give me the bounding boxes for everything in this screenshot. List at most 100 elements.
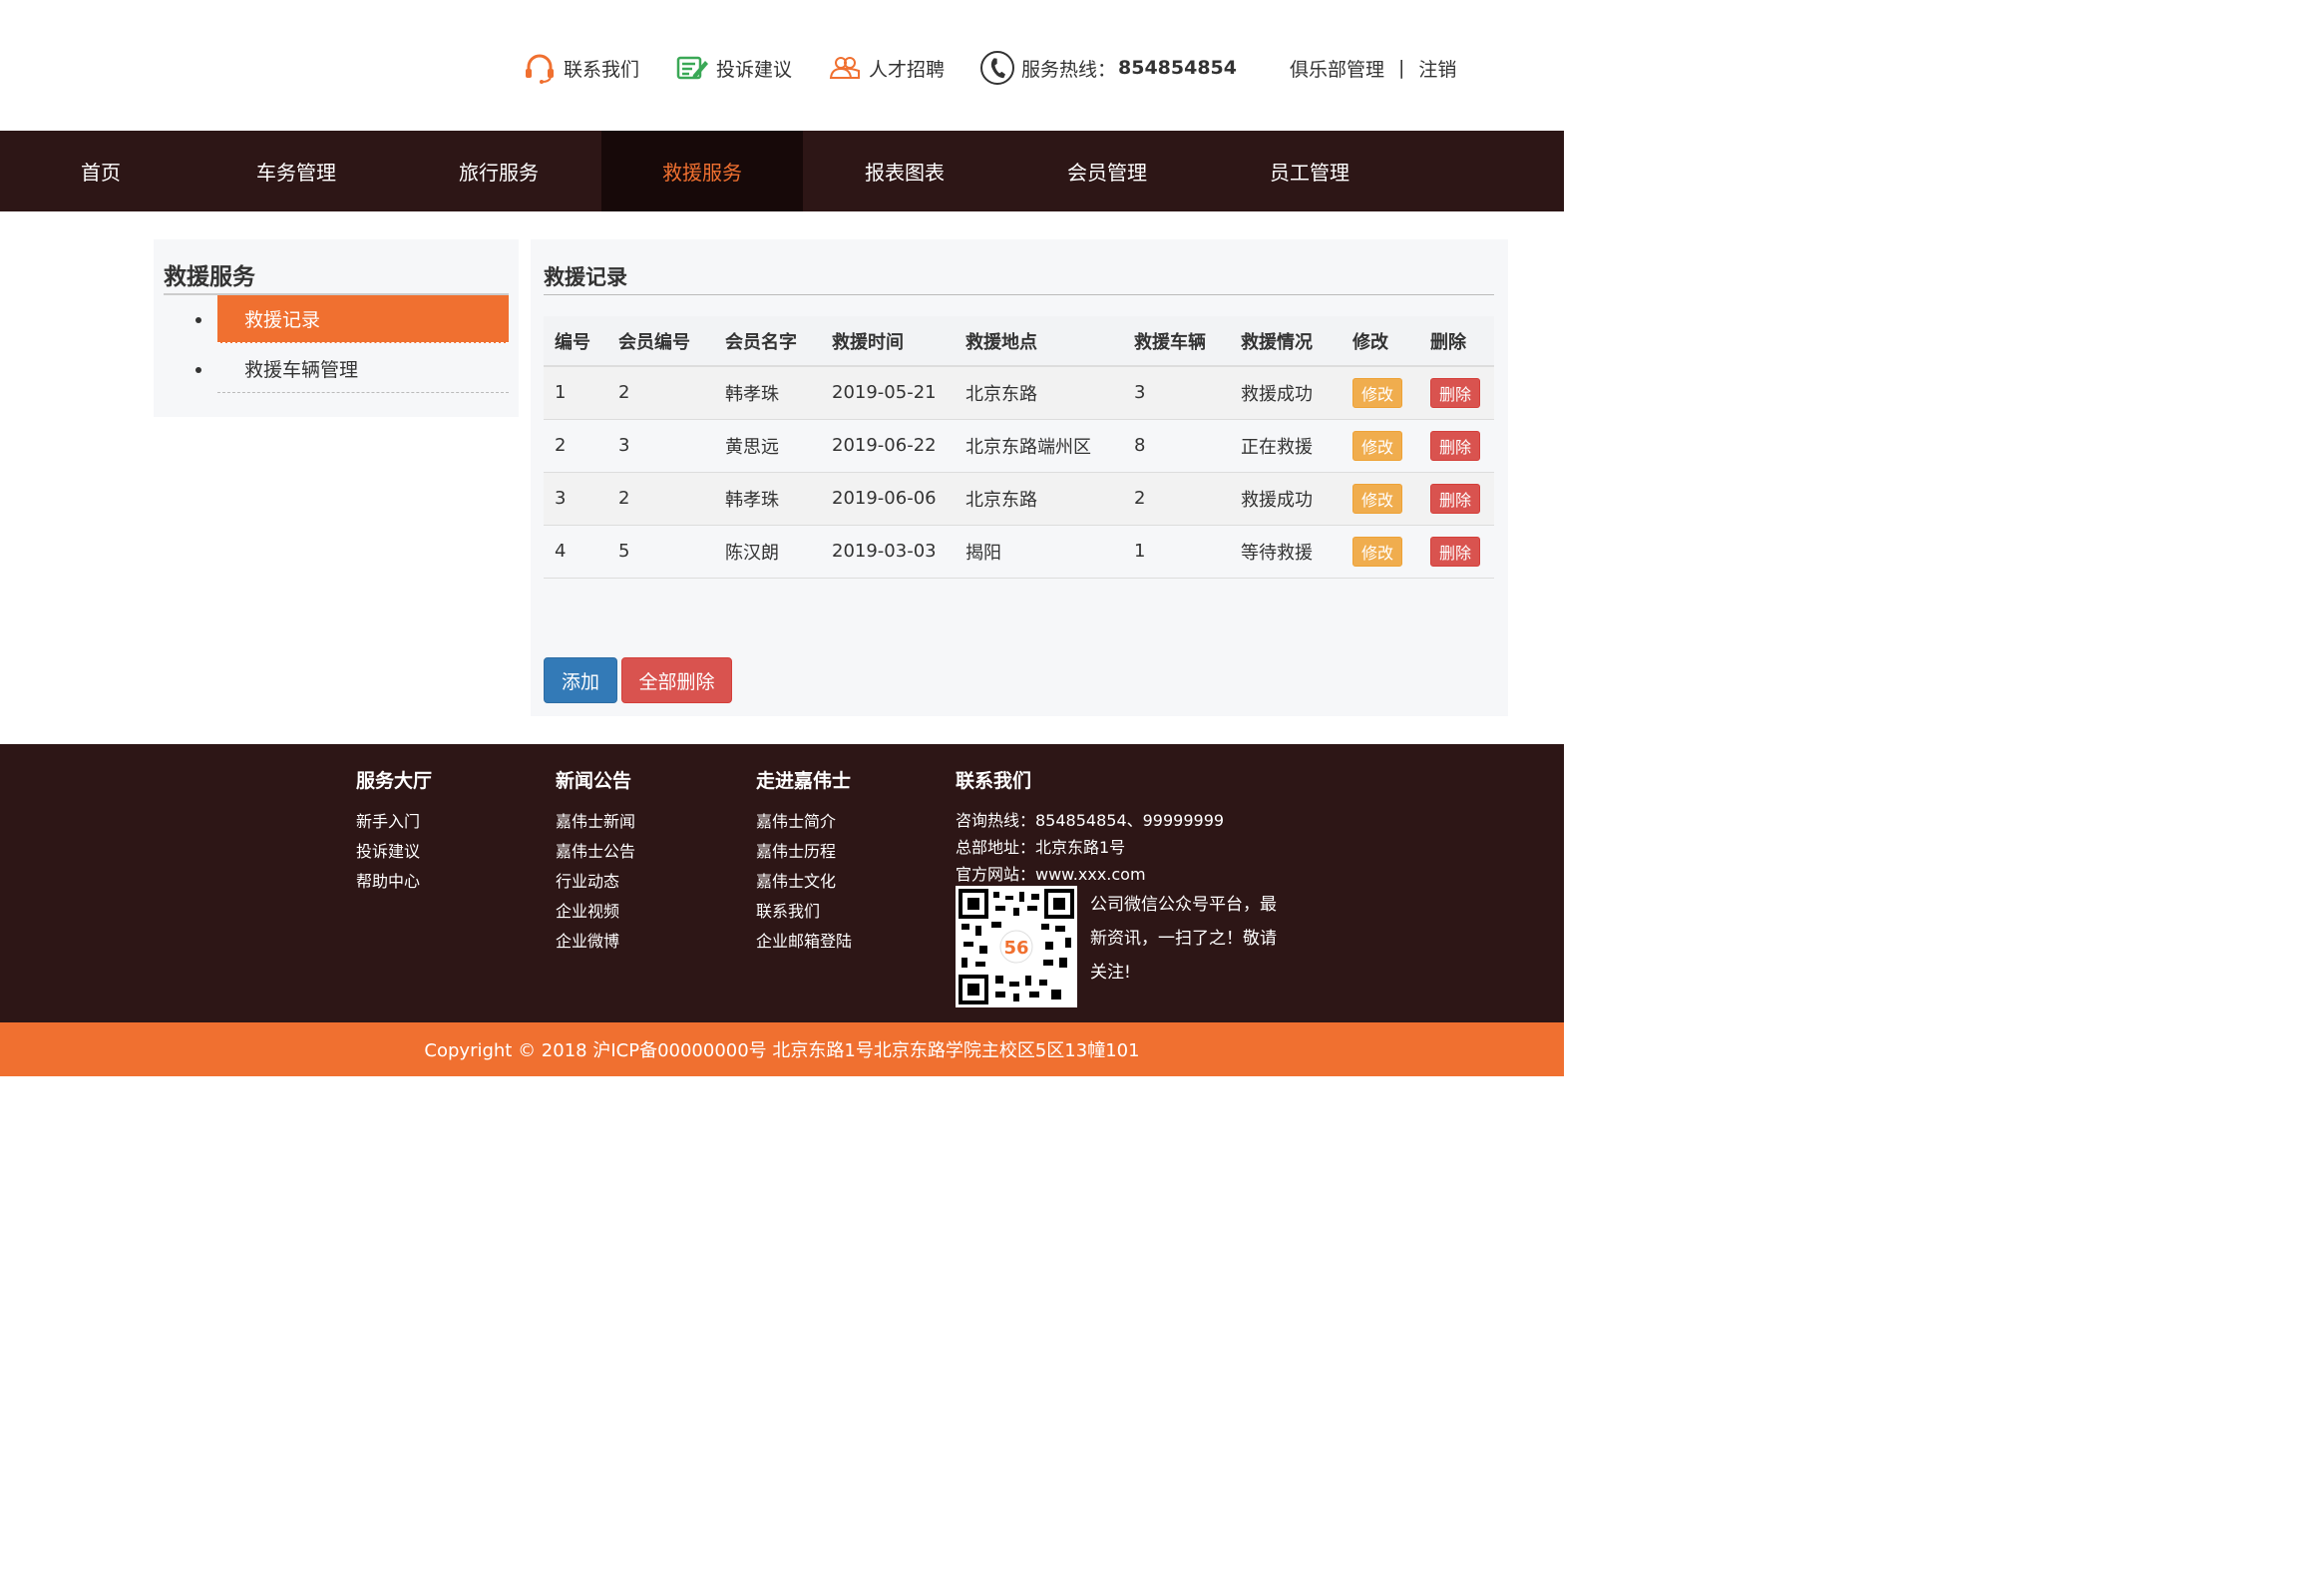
cell: 8 (1123, 419, 1230, 473)
hotline-label: 服务热线： (1021, 58, 1117, 81)
cell: 修改 (1342, 525, 1419, 579)
cell: 删除 (1419, 419, 1494, 473)
footer-col-news: 新闻公告 嘉伟士新闻 嘉伟士公告 行业动态 企业视频 企业微博 (556, 766, 635, 957)
cell: 3 (544, 472, 607, 526)
edit-button[interactable]: 修改 (1352, 430, 1402, 461)
nav-item-members[interactable]: 会员管理 (1006, 131, 1208, 211)
hotline-number: 854854854 (1118, 57, 1237, 79)
footer-col-about: 走进嘉伟士 嘉伟士简介 嘉伟士历程 嘉伟士文化 联系我们 企业邮箱登陆 (756, 766, 852, 957)
cell: 2019-06-06 (821, 472, 955, 526)
contact-link[interactable]: 联系我们 (522, 48, 639, 88)
cell: 等待救援 (1230, 525, 1342, 579)
col-header: 救援地点 (955, 316, 1123, 367)
footer-link[interactable]: 联系我们 (756, 897, 852, 927)
qr-caption: 公司微信公众号平台，最新资讯，一扫了之！敬请关注! (1090, 895, 1277, 983)
cell: 删除 (1419, 366, 1494, 420)
delete-button[interactable]: 删除 (1430, 536, 1480, 567)
copyright-bar: Copyright © 2018 沪ICP备00000000号 北京东路1号北京… (0, 1022, 1564, 1076)
footer-link[interactable]: 嘉伟士公告 (556, 837, 635, 867)
edit-note-icon (674, 50, 710, 86)
footer-link[interactable]: 嘉伟士简介 (756, 807, 852, 837)
contact-label: 联系我们 (564, 58, 640, 81)
table-row: 1 2 韩孝珠 2019-05-21 北京东路 3 救援成功 修改 删除 (544, 366, 1494, 420)
footer-heading: 新闻公告 (556, 770, 632, 792)
col-header: 救援车辆 (1123, 316, 1230, 367)
cell: 3 (1123, 366, 1230, 420)
footer-contact-line: 官方网站：www.xxx.com (956, 865, 1146, 884)
sidebar-item-rescue-vehicles[interactable]: 救援车辆管理 (217, 345, 509, 393)
qr-code-icon: 56 (956, 886, 1077, 1007)
recruit-link[interactable]: 人才招聘 (827, 48, 945, 88)
nav-item-rescue[interactable]: 救援服务 (601, 131, 803, 211)
footer-link[interactable]: 企业视频 (556, 897, 635, 927)
footer-link[interactable]: 嘉伟士历程 (756, 837, 852, 867)
phone-icon (979, 50, 1015, 86)
delete-all-button[interactable]: 全部删除 (621, 657, 732, 703)
delete-button[interactable]: 删除 (1430, 430, 1480, 461)
footer-heading: 服务大厅 (356, 770, 433, 792)
footer-link[interactable]: 帮助中心 (356, 867, 432, 897)
cell: 黄思远 (714, 419, 821, 473)
complaint-link[interactable]: 投诉建议 (674, 48, 792, 88)
add-button[interactable]: 添加 (544, 657, 617, 703)
club-management-link[interactable]: 俱乐部管理 (1290, 55, 1384, 82)
cell: 删除 (1419, 525, 1494, 579)
top-bar: 联系我们 投诉建议 人才招聘 服务热线： 854854854 俱乐部管理 | 注… (0, 0, 1564, 131)
recruit-label: 人才招聘 (869, 58, 946, 81)
footer-col-contact: 联系我们 咨询热线：854854854、99999999 总部地址：北京东路1号… (956, 766, 1224, 888)
headset-icon (522, 50, 558, 86)
cell: 2019-06-22 (821, 419, 955, 473)
cell: 陈汉朗 (714, 525, 821, 579)
cell: 2019-03-03 (821, 525, 955, 579)
edit-button[interactable]: 修改 (1352, 377, 1402, 408)
footer-contact-line: 总部地址：北京东路1号 (956, 838, 1126, 857)
sidebar-item-rescue-records[interactable]: 救援记录 (217, 295, 509, 343)
cell: 2 (544, 419, 607, 473)
table-row: 3 2 韩孝珠 2019-06-06 北京东路 2 救援成功 修改 删除 (544, 472, 1494, 526)
nav-item-reports[interactable]: 报表图表 (804, 131, 1005, 211)
footer-col-service: 服务大厅 新手入门 投诉建议 帮助中心 (356, 766, 432, 897)
logout-link[interactable]: 注销 (1418, 55, 1456, 82)
edit-button[interactable]: 修改 (1352, 536, 1402, 567)
footer-link[interactable]: 投诉建议 (356, 837, 432, 867)
col-header: 删除 (1419, 316, 1494, 367)
table-header-row: 编号 会员编号 会员名字 救援时间 救援地点 救援车辆 救援情况 修改 删除 (544, 316, 1494, 367)
footer-link[interactable]: 企业邮箱登陆 (756, 927, 852, 957)
cell: 修改 (1342, 419, 1419, 473)
footer-link[interactable]: 新手入门 (356, 807, 432, 837)
footer-link[interactable]: 嘉伟士文化 (756, 867, 852, 897)
table-row: 2 3 黄思远 2019-06-22 北京东路端州区 8 正在救援 修改 删除 (544, 419, 1494, 473)
delete-button[interactable]: 删除 (1430, 377, 1480, 408)
sidebar: 救援服务 救援记录 救援车辆管理 (154, 239, 519, 417)
nav-item-vehicle-affairs[interactable]: 车务管理 (195, 131, 397, 211)
cell: 修改 (1342, 366, 1419, 420)
cell: 2019-05-21 (821, 366, 955, 420)
cell: 删除 (1419, 472, 1494, 526)
footer-link[interactable]: 行业动态 (556, 867, 635, 897)
hotline: 服务热线： 854854854 (979, 48, 1237, 88)
footer-heading: 走进嘉伟士 (756, 770, 852, 792)
cell: 1 (544, 366, 607, 420)
cell: 2 (1123, 472, 1230, 526)
footer-link[interactable]: 企业微博 (556, 927, 635, 957)
separator: | (1398, 57, 1405, 79)
footer-link[interactable]: 嘉伟士新闻 (556, 807, 635, 837)
bullet-icon (195, 367, 201, 373)
main-panel: 救援记录 编号 会员编号 会员名字 救援时间 救援地点 救援车辆 救援情况 修改… (531, 239, 1508, 716)
nav-item-home[interactable]: 首页 (0, 131, 201, 211)
col-header: 会员编号 (607, 316, 714, 367)
edit-button[interactable]: 修改 (1352, 483, 1402, 514)
cell: 北京东路 (955, 366, 1123, 420)
cell: 正在救援 (1230, 419, 1342, 473)
cell: 北京东路 (955, 472, 1123, 526)
delete-button[interactable]: 删除 (1430, 483, 1480, 514)
cell: 韩孝珠 (714, 472, 821, 526)
cell: 揭阳 (955, 525, 1123, 579)
cell: 2 (607, 366, 714, 420)
sidebar-title: 救援服务 (164, 264, 255, 290)
nav-item-staff[interactable]: 员工管理 (1209, 131, 1410, 211)
cell: 救援成功 (1230, 366, 1342, 420)
nav-item-travel[interactable]: 旅行服务 (398, 131, 599, 211)
rescue-table: 编号 会员编号 会员名字 救援时间 救援地点 救援车辆 救援情况 修改 删除 1… (544, 316, 1494, 579)
cell: 韩孝珠 (714, 366, 821, 420)
